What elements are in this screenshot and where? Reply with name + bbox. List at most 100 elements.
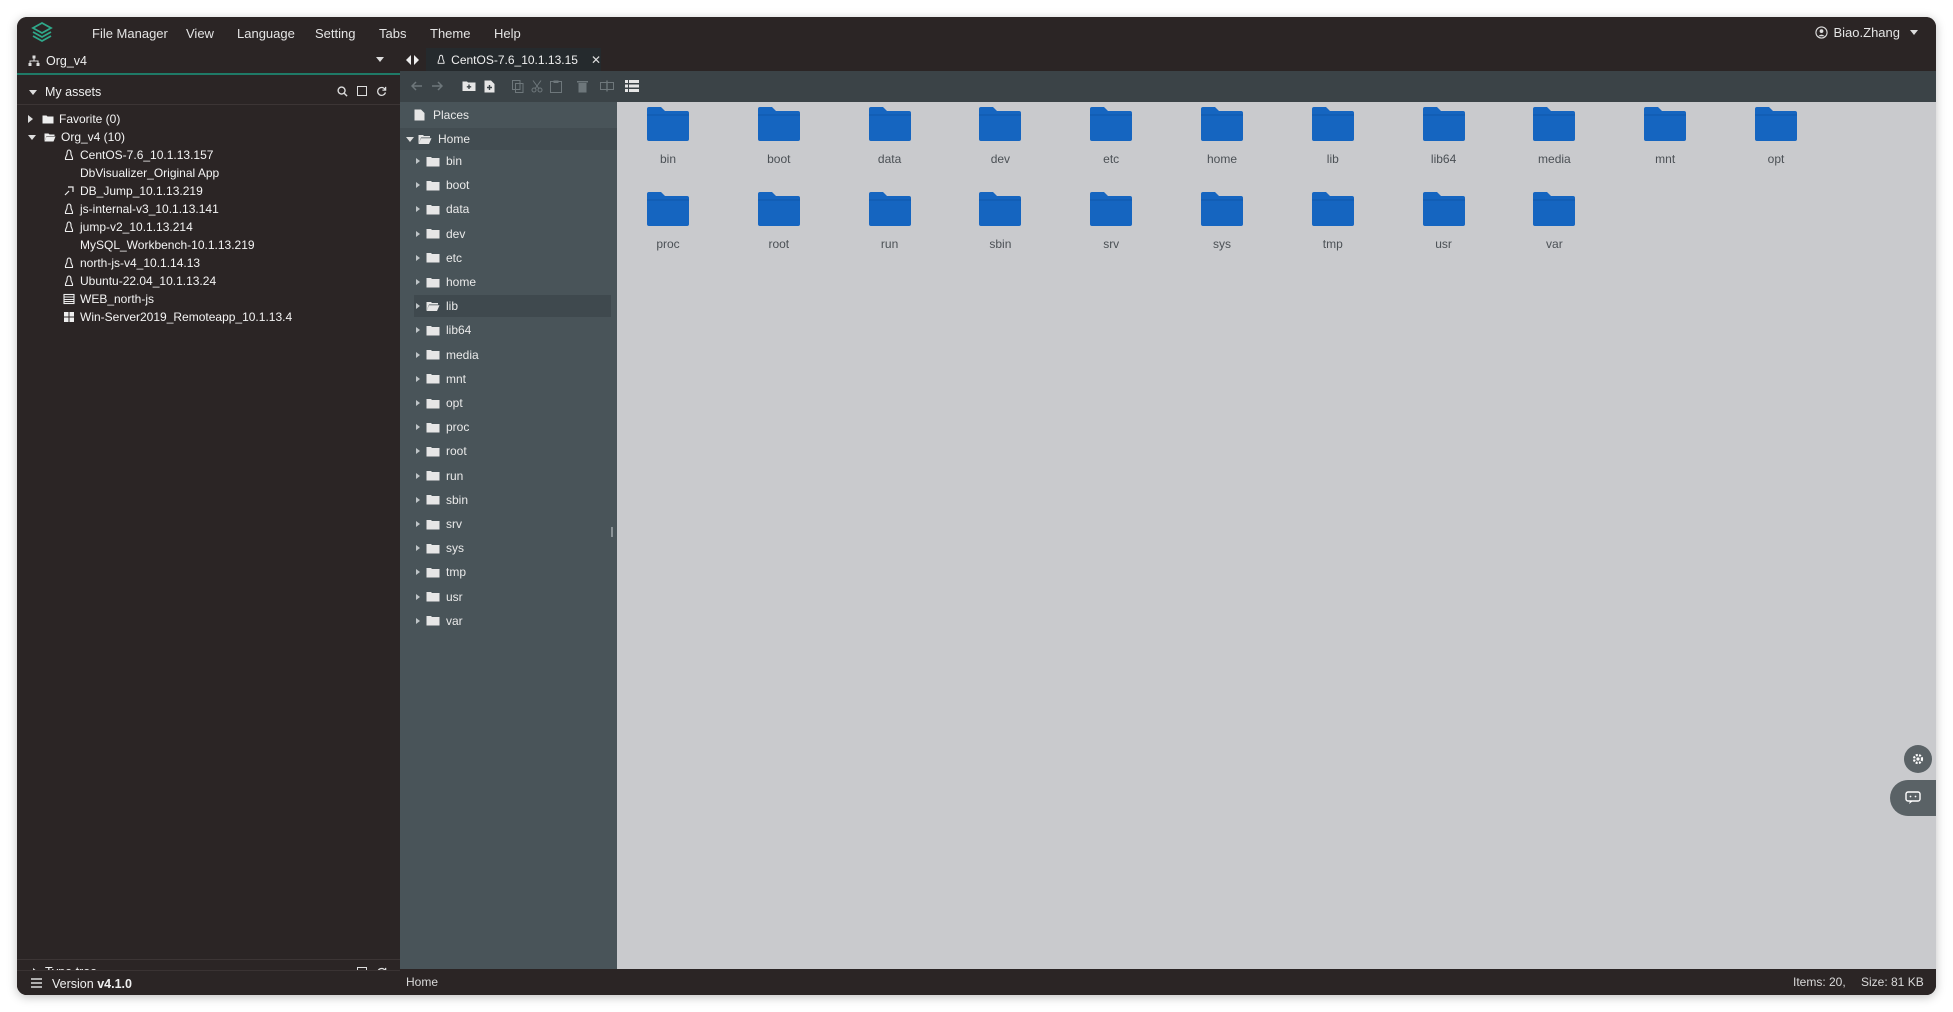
chat-float-button[interactable]: [1890, 780, 1936, 816]
list-icon[interactable]: [31, 978, 42, 988]
tree-node-favorite[interactable]: Favorite (0): [28, 110, 120, 128]
chevron-right-icon[interactable]: [416, 158, 420, 164]
close-icon[interactable]: ✕: [591, 53, 601, 67]
list-view-icon[interactable]: [625, 79, 639, 93]
folder-item-mnt[interactable]: mnt: [1625, 106, 1705, 166]
org-selector[interactable]: Org_v4: [17, 48, 400, 75]
asset-north-js[interactable]: north-js-v4_10.1.14.13: [63, 254, 200, 272]
chevron-right-icon[interactable]: [28, 115, 33, 123]
cut-icon[interactable]: [530, 79, 544, 93]
folder-tree-item-opt[interactable]: opt: [414, 392, 463, 414]
folder-item-home[interactable]: home: [1182, 106, 1262, 166]
paste-icon[interactable]: [549, 79, 563, 93]
chevron-right-icon[interactable]: [416, 424, 420, 431]
my-assets-header[interactable]: My assets: [17, 79, 400, 105]
forward-icon[interactable]: [430, 79, 444, 93]
folder-tree-item-etc[interactable]: etc: [414, 247, 462, 269]
folder-item-etc[interactable]: etc: [1071, 106, 1151, 166]
asset-jump-v2[interactable]: jump-v2_10.1.13.214: [63, 218, 193, 236]
rename-icon[interactable]: [600, 79, 614, 93]
folder-tree-item-sys[interactable]: sys: [414, 537, 464, 559]
folder-item-boot[interactable]: boot: [739, 106, 819, 166]
folder-tree-item-bin[interactable]: bin: [414, 150, 462, 172]
search-icon[interactable]: [335, 84, 349, 98]
folder-item-sbin[interactable]: sbin: [960, 191, 1040, 251]
chevron-down-icon[interactable]: [28, 134, 36, 140]
chevron-right-icon[interactable]: [416, 303, 420, 310]
chevron-right-icon[interactable]: [416, 496, 420, 503]
expand-square-icon[interactable]: [355, 84, 369, 98]
chevron-right-icon[interactable]: [416, 448, 420, 455]
chevron-right-icon[interactable]: [416, 206, 420, 213]
tab-next-icon[interactable]: [414, 55, 419, 65]
chevron-right-icon[interactable]: [416, 472, 420, 479]
asset-db-jump[interactable]: DB_Jump_10.1.13.219: [63, 182, 203, 200]
folder-tree-item-data[interactable]: data: [414, 198, 469, 220]
folder-item-run[interactable]: run: [850, 191, 930, 251]
folder-item-lib64[interactable]: lib64: [1404, 106, 1484, 166]
resize-handle[interactable]: [611, 527, 613, 537]
folder-item-tmp[interactable]: tmp: [1293, 191, 1373, 251]
places-item[interactable]: Places: [414, 104, 469, 126]
asset-ubuntu[interactable]: Ubuntu-22.04_10.1.13.24: [63, 272, 216, 290]
folder-item-lib[interactable]: lib: [1293, 106, 1373, 166]
folder-tree-item-srv[interactable]: srv: [414, 513, 462, 535]
folder-item-usr[interactable]: usr: [1404, 191, 1484, 251]
collapse-icon[interactable]: [29, 90, 37, 95]
chevron-right-icon[interactable]: [416, 375, 420, 382]
tree-node-org[interactable]: Org_v4 (10): [28, 128, 125, 146]
back-icon[interactable]: [410, 79, 424, 93]
folder-tree-item-media[interactable]: media: [414, 344, 479, 366]
chevron-down-icon[interactable]: [406, 136, 414, 142]
chevron-right-icon[interactable]: [416, 593, 420, 600]
user-menu[interactable]: Biao.Zhang: [1814, 25, 1918, 40]
asset-win-server[interactable]: Win-Server2019_Remoteapp_10.1.13.4: [63, 308, 292, 326]
chevron-right-icon[interactable]: [416, 279, 420, 285]
chevron-right-icon[interactable]: [416, 569, 420, 576]
folder-item-var[interactable]: var: [1514, 191, 1594, 251]
chevron-right-icon[interactable]: [416, 254, 420, 261]
tab-prev-icon[interactable]: [406, 55, 411, 65]
folder-tree-item-home[interactable]: home: [414, 271, 476, 293]
tab-centos[interactable]: CentOS-7.6_10.1.13.15 ✕: [426, 48, 601, 71]
menu-setting[interactable]: Setting: [315, 26, 355, 41]
asset-js-internal[interactable]: js-internal-v3_10.1.13.141: [63, 200, 219, 218]
menu-theme[interactable]: Theme: [430, 26, 470, 41]
new-file-icon[interactable]: [482, 79, 496, 93]
folder-tree-item-run[interactable]: run: [414, 465, 463, 487]
folder-tree-item-dev[interactable]: dev: [414, 223, 465, 245]
chevron-right-icon[interactable]: [416, 545, 420, 552]
chevron-right-icon[interactable]: [416, 327, 420, 334]
chevron-right-icon[interactable]: [416, 521, 420, 527]
menu-file-manager[interactable]: File Manager: [92, 26, 168, 41]
folder-item-data[interactable]: data: [850, 106, 930, 166]
folder-tree-item-lib64[interactable]: lib64: [414, 319, 471, 341]
asset-centos[interactable]: CentOS-7.6_10.1.13.157: [63, 146, 213, 164]
folder-item-srv[interactable]: srv: [1071, 191, 1151, 251]
chevron-right-icon[interactable]: [416, 617, 420, 624]
folder-tree-item-sbin[interactable]: sbin: [414, 489, 468, 511]
refresh-icon[interactable]: [374, 84, 388, 98]
asset-web-north-js[interactable]: WEB_north-js: [63, 290, 154, 308]
folder-tree-item-usr[interactable]: usr: [414, 586, 463, 608]
folder-tree-item-var[interactable]: var: [414, 610, 463, 632]
delete-icon[interactable]: [575, 79, 589, 93]
folder-item-bin[interactable]: bin: [628, 106, 708, 166]
chevron-right-icon[interactable]: [416, 230, 420, 237]
folder-tree-item-boot[interactable]: boot: [414, 174, 469, 196]
app-logo-icon[interactable]: [30, 20, 54, 44]
folder-tree-item-root[interactable]: root: [414, 440, 467, 462]
folder-tree-item-mnt[interactable]: mnt: [414, 368, 466, 390]
chevron-right-icon[interactable]: [416, 400, 420, 406]
menu-tabs[interactable]: Tabs: [379, 26, 406, 41]
menu-help[interactable]: Help: [494, 26, 521, 41]
folder-item-dev[interactable]: dev: [960, 106, 1040, 166]
folder-item-root[interactable]: root: [739, 191, 819, 251]
asset-dbvisualizer[interactable]: DbVisualizer_Original App: [63, 164, 219, 182]
folder-item-proc[interactable]: proc: [628, 191, 708, 251]
menu-language[interactable]: Language: [237, 26, 295, 41]
new-folder-icon[interactable]: [462, 79, 476, 93]
folder-item-sys[interactable]: sys: [1182, 191, 1262, 251]
menu-view[interactable]: View: [186, 26, 214, 41]
chevron-right-icon[interactable]: [416, 351, 420, 358]
